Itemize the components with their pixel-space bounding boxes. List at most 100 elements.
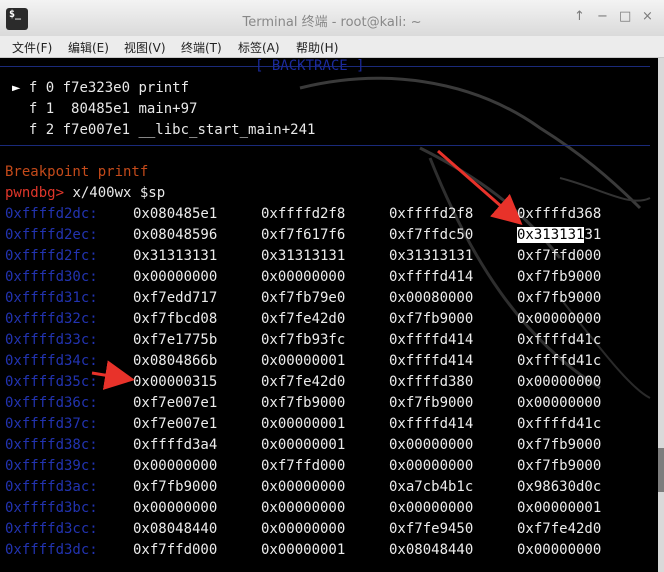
menu-terminal[interactable]: 终端(T) <box>181 39 222 56</box>
window-minimize-icon[interactable]: − <box>597 9 608 24</box>
memory-word: 0x00000000 <box>389 437 474 453</box>
memory-word: 0x00080000 <box>389 290 474 306</box>
memory-address: 0xffffd31c: <box>5 290 98 306</box>
memory-word: 0xf7fb79e0 <box>261 290 346 306</box>
memory-word: 0xf7e007e1 <box>133 416 218 432</box>
memory-word: 0x00000001 <box>261 353 346 369</box>
memory-word: 0xf7fb9000 <box>389 311 474 327</box>
memory-word: 0xf7ffd000 <box>517 248 602 264</box>
memory-word: 0x98630d0c <box>517 479 602 495</box>
backtrace-section-title: [ BACKTRACE ] <box>255 58 365 74</box>
memory-word: 0x08048596 <box>133 227 218 243</box>
backtrace-frame-text: f 2 f7e007e1 __libc_start_main+241 <box>20 122 316 138</box>
memory-word: 0xf7fb9000 <box>133 479 218 495</box>
memory-word: 0xffffd3a4 <box>133 437 218 453</box>
memory-word: 0x00000001 <box>261 542 346 558</box>
terminal-output[interactable]: [ BACKTRACE ] ► f 0 f7e323e0 printf f 1 … <box>0 58 658 572</box>
scrollbar-track[interactable] <box>658 58 664 572</box>
memory-word: 0x00000000 <box>261 521 346 537</box>
window-titlebar[interactable]: $_ Terminal 终端 - root@kali: ~ ↑ − □ × <box>0 0 664 37</box>
scrollbar-thumb[interactable] <box>658 448 664 492</box>
memory-word: 0xf7ffd000 <box>133 542 218 558</box>
memory-word: 0x00000000 <box>389 458 474 474</box>
memory-word: 0x00000000 <box>133 500 218 516</box>
command-line: pwndbg> x/400wx $sp <box>5 184 165 202</box>
menu-tabs[interactable]: 标签(A) <box>238 39 280 56</box>
memory-address: 0xffffd35c: <box>5 374 98 390</box>
backtrace-frame-text: f 0 f7e323e0 printf <box>20 80 190 96</box>
memory-word: 0x00000000 <box>517 311 602 327</box>
memory-word: 0xf7fb93fc <box>261 332 346 348</box>
menu-file[interactable]: 文件(F) <box>12 39 52 56</box>
memory-word: 0x00000000 <box>517 542 602 558</box>
pwndbg-prompt: pwndbg> <box>5 185 65 201</box>
window-maximize-icon[interactable]: □ <box>619 9 631 24</box>
memory-word: 0xa7cb4b1c <box>389 479 474 495</box>
memory-word: 0x00000000 <box>261 500 346 516</box>
selected-text-highlight[interactable]: 0x313131 <box>517 227 585 243</box>
memory-word: 0x00000001 <box>517 500 602 516</box>
memory-word: 0xffffd368 <box>517 206 602 222</box>
memory-word: 0xf7fbcd08 <box>133 311 218 327</box>
menu-view[interactable]: 视图(V) <box>124 39 166 56</box>
memory-word: 0xffffd414 <box>389 332 474 348</box>
memory-word: 0x00000001 <box>261 416 346 432</box>
memory-address: 0xffffd34c: <box>5 353 98 369</box>
memory-word: 0x31313131 <box>261 248 346 264</box>
memory-word: 0xf7ffdc50 <box>389 227 474 243</box>
menu-help[interactable]: 帮助(H) <box>296 39 338 56</box>
memory-address: 0xffffd3ac: <box>5 479 98 495</box>
memory-word: 0xffffd41c <box>517 332 602 348</box>
memory-address: 0xffffd30c: <box>5 269 98 285</box>
memory-address: 0xffffd2fc: <box>5 248 98 264</box>
breakpoint-message: Breakpoint printf <box>5 164 149 180</box>
memory-word: 0xffffd2f8 <box>389 206 474 222</box>
command-text: x/400wx $sp <box>64 185 166 201</box>
memory-address: 0xffffd33c: <box>5 332 98 348</box>
memory-word: 0xf7e1775b <box>133 332 218 348</box>
memory-word: 0x00000000 <box>133 269 218 285</box>
memory-word: 0xf7edd717 <box>133 290 218 306</box>
window-title: Terminal 终端 - root@kali: ~ <box>242 15 422 30</box>
menu-bar: 文件(F) 编辑(E) 视图(V) 终端(T) 标签(A) 帮助(H) <box>0 36 664 58</box>
memory-word: 0x00000000 <box>517 374 602 390</box>
memory-word: 0xffffd41c <box>517 416 602 432</box>
memory-word: 0x00000000 <box>133 458 218 474</box>
backtrace-frame: ► f 0 f7e323e0 printf <box>12 79 189 97</box>
memory-address: 0xffffd38c: <box>5 437 98 453</box>
memory-word: 0x00000001 <box>261 437 346 453</box>
memory-word: 0xf7fe42d0 <box>261 311 346 327</box>
menu-edit[interactable]: 编辑(E) <box>68 39 109 56</box>
backtrace-frame-text: f 1 80485e1 main+97 <box>20 101 198 117</box>
memory-word: 0xf7fb9000 <box>517 458 602 474</box>
memory-word: 0xffffd380 <box>389 374 474 390</box>
memory-word: 0x00000000 <box>517 395 602 411</box>
memory-address: 0xffffd39c: <box>5 458 98 474</box>
memory-word: 0x00000000 <box>261 479 346 495</box>
memory-word: 0xf7fb9000 <box>261 395 346 411</box>
memory-word: 0xf7f617f6 <box>261 227 346 243</box>
window-close-icon[interactable]: × <box>642 9 653 24</box>
memory-address: 0xffffd3bc: <box>5 500 98 516</box>
memory-address: 0xffffd2dc: <box>5 206 98 222</box>
memory-address: 0xffffd37c: <box>5 416 98 432</box>
memory-address: 0xffffd32c: <box>5 311 98 327</box>
memory-word: 0x080485e1 <box>133 206 218 222</box>
memory-word: 0xffffd414 <box>389 416 474 432</box>
section-divider <box>0 145 650 146</box>
backtrace-frame: f 2 f7e007e1 __libc_start_main+241 <box>12 121 316 139</box>
memory-word: 0xf7e007e1 <box>133 395 218 411</box>
memory-word: 0xffffd414 <box>389 353 474 369</box>
memory-word: 0xf7fb9000 <box>517 269 602 285</box>
window-above-icon[interactable]: ↑ <box>574 9 585 24</box>
memory-address: 0xffffd2ec: <box>5 227 98 243</box>
memory-word: 0x31313131 <box>517 226 601 244</box>
memory-word: 0xf7ffd000 <box>261 458 346 474</box>
memory-address: 0xffffd3dc: <box>5 542 98 558</box>
memory-word: 0x00000000 <box>389 500 474 516</box>
memory-address: 0xffffd36c: <box>5 395 98 411</box>
memory-word: 0x0804866b <box>133 353 218 369</box>
memory-word: 0xf7fb9000 <box>517 437 602 453</box>
memory-word: 0xf7fe9450 <box>389 521 474 537</box>
memory-word: 0xffffd2f8 <box>261 206 346 222</box>
